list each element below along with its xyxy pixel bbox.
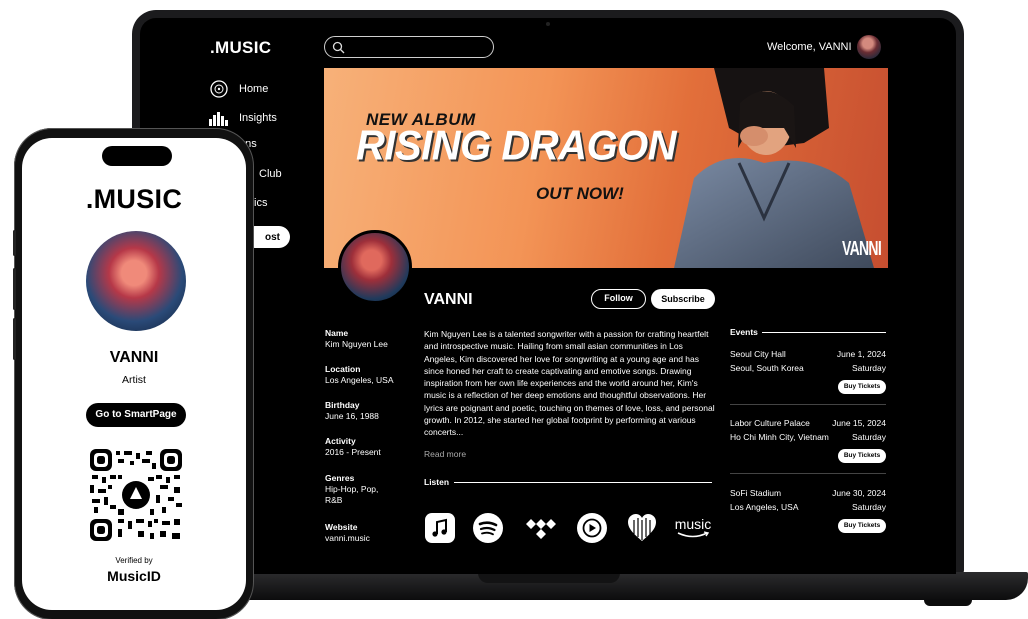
listen-heading: Listen: [424, 477, 450, 487]
buy-tickets-button[interactable]: Buy Tickets: [838, 449, 886, 463]
event-city: Seoul, South Korea: [730, 363, 804, 373]
sidebar-button-label: ost: [265, 231, 280, 243]
sidebar-item-home[interactable]: Home: [208, 80, 268, 98]
info-activity: Activity 2016 - Present: [325, 436, 415, 458]
sidebar-item-label: Insights: [239, 112, 277, 124]
events-heading: Events: [730, 327, 758, 337]
event-date: June 30, 2024: [832, 488, 886, 498]
event-date: June 15, 2024: [832, 418, 886, 428]
info-label: Name: [325, 328, 349, 338]
album-banner[interactable]: NEW ALBUM RISING DRAGON OUT NOW! VANNI: [324, 68, 888, 268]
musicid-brand: MusicID: [107, 568, 161, 584]
equalizer-icon: [208, 109, 230, 127]
info-value: Hip-Hop, Pop, R&B: [325, 484, 379, 505]
sidebar-item-label: Club: [259, 168, 282, 180]
sidebar-item-club[interactable]: Club: [259, 168, 282, 180]
listen-divider: [454, 482, 712, 483]
youtube-music-icon[interactable]: [576, 512, 608, 544]
sidebar-item-insights[interactable]: Insights: [208, 109, 277, 127]
sidebar-item-5[interactable]: ics: [254, 197, 267, 209]
event-day: Saturday: [851, 363, 886, 373]
phone-app-logo: .MUSIC: [85, 184, 183, 214]
banner-signature: VANNI: [842, 238, 882, 260]
laptop-foot: [924, 600, 972, 606]
info-label: Genres: [325, 473, 355, 483]
sidebar-item-label: ics: [254, 197, 268, 209]
app-logo[interactable]: .MUSIC: [210, 38, 271, 58]
info-label: Birthday: [325, 400, 360, 410]
phone-dynamic-island: [102, 146, 172, 166]
smartpage-button[interactable]: Go to SmartPage: [86, 403, 186, 427]
apple-music-icon[interactable]: [424, 512, 456, 544]
event-item: Seoul City Hall June 1, 2024 Seoul, South…: [730, 347, 886, 394]
amazon-music-icon[interactable]: music: [674, 512, 712, 544]
event-venue: SoFi Stadium: [730, 488, 782, 498]
vinyl-icon: [208, 80, 230, 98]
artist-name: VANNI: [424, 291, 473, 308]
phone-volume-up: [13, 268, 16, 310]
info-value: Kim Nguyen Lee: [325, 339, 388, 349]
event-city: Los Angeles, USA: [730, 502, 799, 512]
read-more-link[interactable]: Read more: [424, 449, 466, 459]
phone-side-button: [13, 230, 16, 256]
info-value[interactable]: vanni.music: [325, 533, 415, 544]
event-divider: [730, 404, 886, 405]
artist-bio: Kim Nguyen Lee is a talented songwriter …: [424, 329, 715, 438]
info-label: Location: [325, 364, 361, 374]
banner-tagline: OUT NOW!: [536, 184, 624, 203]
event-venue: Seoul City Hall: [730, 349, 786, 359]
subscribe-button[interactable]: Subscribe: [651, 289, 715, 309]
info-birthday: Birthday June 16, 1988: [325, 400, 415, 422]
phone-artist-name: VANNI: [109, 349, 159, 366]
event-venue: Labor Culture Palace: [730, 418, 810, 428]
spotify-icon[interactable]: [472, 512, 504, 544]
amazon-music-label: music: [674, 516, 712, 532]
info-label: Website: [325, 522, 358, 532]
info-website: Website vanni.music: [325, 522, 415, 544]
info-value: June 16, 1988: [325, 411, 379, 421]
event-date: June 1, 2024: [836, 349, 886, 359]
info-label: Activity: [325, 436, 356, 446]
buy-tickets-button[interactable]: Buy Tickets: [838, 519, 886, 533]
phone-artist-role: Artist: [122, 374, 146, 386]
info-genres: Genres Hip-Hop, Pop, R&B: [325, 473, 387, 506]
event-day: Saturday: [851, 502, 886, 512]
profile-avatar[interactable]: [338, 230, 412, 304]
qr-code[interactable]: [90, 449, 182, 541]
phone-artist-avatar: [86, 231, 186, 331]
follow-button[interactable]: Follow: [591, 289, 646, 309]
info-location: Location Los Angeles, USA: [325, 364, 415, 386]
events-divider: [762, 332, 886, 333]
search-input[interactable]: [324, 36, 494, 58]
verified-label: Verified by: [115, 556, 153, 565]
deezer-icon[interactable]: [626, 512, 658, 544]
event-city: Ho Chi Minh City, Vietnam: [730, 432, 829, 442]
search-icon: [332, 41, 345, 54]
buy-tickets-button[interactable]: Buy Tickets: [838, 380, 886, 394]
tidal-icon[interactable]: [525, 512, 557, 544]
info-value: 2016 - Present: [325, 447, 381, 457]
phone-volume-down: [13, 318, 16, 360]
info-value: Los Angeles, USA: [325, 375, 394, 385]
welcome-text: Welcome, VANNI: [767, 41, 852, 53]
phone-screen: .MUSIC VANNI Artist Go to SmartPage Veri…: [22, 138, 246, 610]
laptop-camera: [546, 22, 550, 26]
event-item: SoFi Stadium June 30, 2024 Los Angeles, U…: [730, 486, 886, 533]
sidebar-item-label: Home: [239, 83, 269, 95]
user-avatar[interactable]: [857, 35, 881, 59]
banner-title: RISING DRAGON: [356, 122, 677, 170]
event-divider: [730, 473, 886, 474]
event-day: Saturday: [851, 432, 886, 442]
info-name: Name Kim Nguyen Lee: [325, 328, 415, 350]
event-item: Labor Culture Palace June 15, 2024 Ho Chi…: [730, 416, 886, 463]
laptop-screen: .MUSIC Welcome, VANNI Home Insights ens …: [140, 18, 956, 574]
